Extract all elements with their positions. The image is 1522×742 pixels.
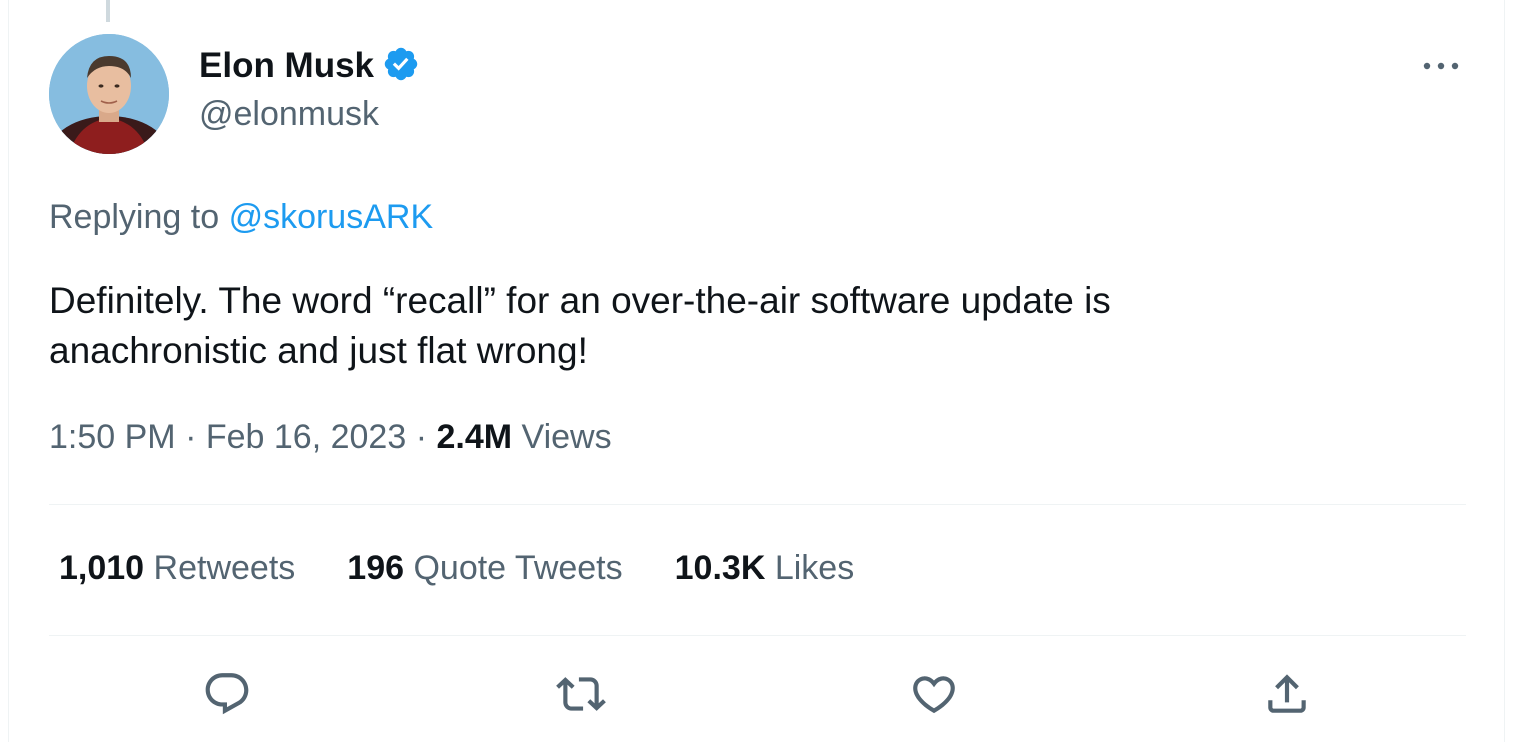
quote-tweets-count: 196 [347, 549, 405, 587]
divider [49, 635, 1466, 636]
retweet-icon[interactable] [551, 664, 611, 724]
views-label: Views [521, 418, 612, 456]
likes-count: 10.3K [674, 549, 766, 587]
like-icon[interactable] [904, 664, 964, 724]
retweets-count: 1,010 [59, 549, 145, 587]
retweets-stat[interactable]: 1,010 Retweets [59, 549, 295, 588]
quote-tweets-stat[interactable]: 196 Quote Tweets [347, 549, 622, 588]
likes-label: Likes [774, 549, 855, 587]
engagement-stats: 1,010 Retweets 196 Quote Tweets 10.3K Li… [59, 549, 854, 588]
replying-to: Replying to @skorusARK [49, 198, 433, 237]
action-bar [0, 664, 1522, 724]
tweet-text-line-1: Definitely. The word “recall” for an ove… [49, 280, 1111, 321]
share-icon[interactable] [1257, 664, 1317, 724]
tweet-text-line-2: anachronistic and just flat wrong! [49, 330, 588, 371]
author-handle[interactable]: @elonmusk [199, 95, 379, 134]
tweet-date[interactable]: Feb 16, 2023 [206, 418, 406, 456]
more-options-icon[interactable] [1418, 48, 1464, 84]
retweets-label: Retweets [153, 549, 296, 587]
meta-separator: · [415, 418, 428, 456]
verified-badge-icon [382, 45, 420, 88]
divider [49, 504, 1466, 505]
likes-stat[interactable]: 10.3K Likes [675, 549, 855, 588]
quote-tweets-label: Quote Tweets [413, 549, 623, 587]
reply-icon[interactable] [197, 664, 257, 724]
thread-connector-line [106, 0, 110, 22]
tweet-time[interactable]: 1:50 PM [49, 418, 176, 456]
replying-to-label: Replying to [49, 198, 220, 236]
avatar[interactable] [49, 34, 169, 154]
tweet-meta: 1:50 PM · Feb 16, 2023 · 2.4M Views [49, 418, 612, 457]
views-count: 2.4M [436, 418, 513, 456]
meta-separator: · [185, 418, 197, 456]
author-name[interactable]: Elon Musk [199, 46, 374, 86]
reply-mention-link[interactable]: @skorusARK [229, 198, 434, 236]
tweet-text: Definitely. The word “recall” for an ove… [49, 276, 1449, 376]
